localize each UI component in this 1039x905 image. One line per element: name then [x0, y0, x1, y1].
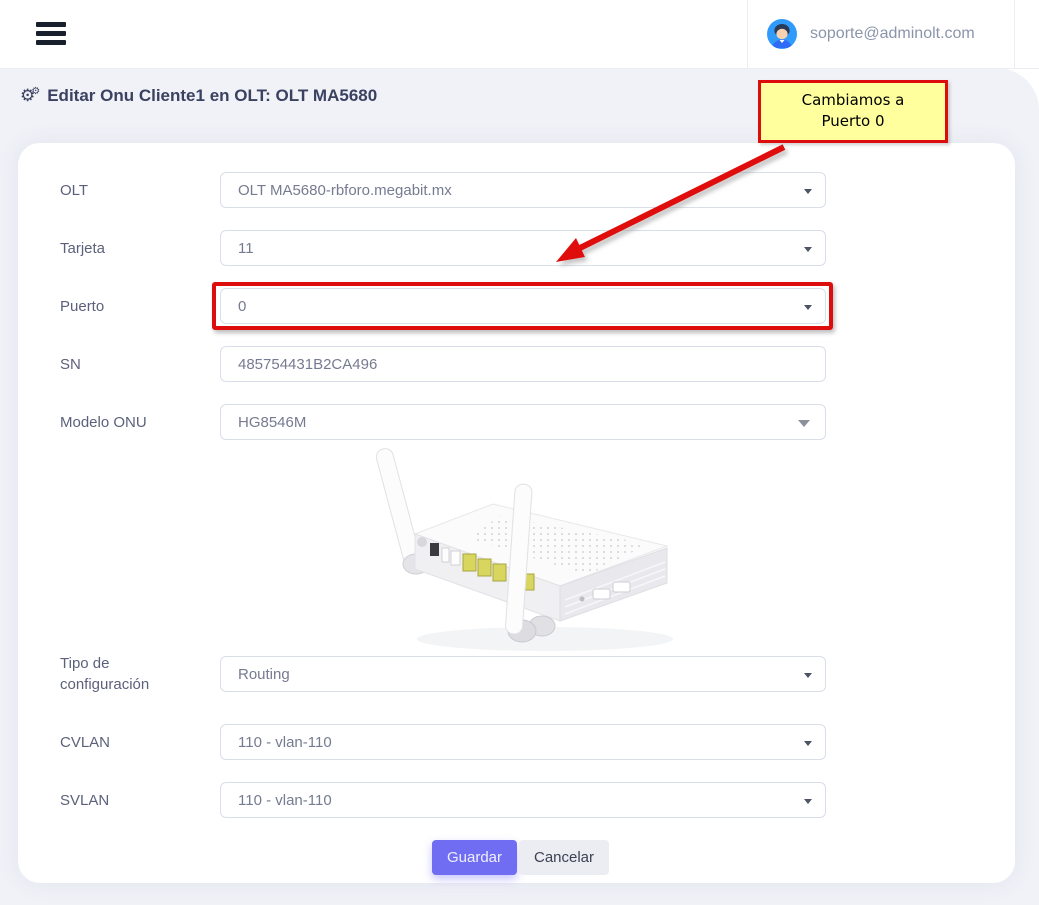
page-title-text: Editar Onu Cliente1 en OLT: OLT MA5680 — [47, 86, 377, 106]
chevron-down-icon — [804, 741, 812, 746]
avatar — [767, 19, 797, 49]
puerto-select-value: 0 — [238, 298, 246, 315]
tarjeta-select[interactable]: 11 — [220, 230, 826, 266]
puerto-select[interactable]: 0 — [220, 288, 826, 324]
sn-input[interactable] — [220, 346, 826, 382]
chevron-down-icon — [804, 305, 812, 310]
page-title: ⚙⚙ Editar Onu Cliente1 en OLT: OLT MA568… — [20, 86, 377, 106]
form-row-olt: OLT OLT MA5680-rbforo.megabit.mx — [18, 172, 1015, 208]
tipo-configuracion-select[interactable]: Routing — [220, 656, 826, 692]
tipo-configuracion-label: Tipo de configuración — [60, 656, 195, 692]
form-row-svlan: SVLAN 110 - vlan-110 — [18, 782, 1015, 818]
olt-select-value: OLT MA5680-rbforo.megabit.mx — [238, 182, 452, 199]
olt-label: OLT — [60, 172, 195, 208]
form-row-cvlan: CVLAN 110 - vlan-110 — [18, 724, 1015, 760]
form-row-tarjeta: Tarjeta 11 — [18, 230, 1015, 266]
annotation-callout: Cambiamos a Puerto 0 — [758, 80, 948, 143]
form-card: OLT OLT MA5680-rbforo.megabit.mx Tarjeta… — [18, 143, 1015, 883]
cvlan-select[interactable]: 110 - vlan-110 — [220, 724, 826, 760]
tarjeta-label: Tarjeta — [60, 230, 195, 266]
cvlan-label: CVLAN — [60, 724, 195, 760]
svlan-label: SVLAN — [60, 782, 195, 818]
onu-product-image — [350, 442, 680, 658]
form-row-tipo-configuracion: Tipo de configuración Routing — [18, 656, 1015, 692]
modelo-onu-label: Modelo ONU — [60, 404, 195, 440]
tipo-configuracion-select-value: Routing — [238, 666, 290, 683]
user-email: soporte@adminolt.com — [810, 25, 975, 43]
topbar: soporte@adminolt.com — [0, 0, 1039, 69]
user-menu[interactable]: soporte@adminolt.com — [747, 0, 1015, 68]
svlan-select-value: 110 - vlan-110 — [238, 792, 332, 809]
hamburger-menu-icon[interactable] — [36, 22, 66, 46]
svlan-select[interactable]: 110 - vlan-110 — [220, 782, 826, 818]
tarjeta-select-value: 11 — [238, 240, 254, 257]
chevron-down-icon — [804, 673, 812, 678]
form-row-sn: SN — [18, 346, 1015, 382]
chevron-down-icon — [804, 247, 812, 252]
chevron-down-icon — [804, 799, 812, 804]
main-content: ⚙⚙ Editar Onu Cliente1 en OLT: OLT MA568… — [0, 68, 1039, 905]
sn-label: SN — [60, 346, 195, 382]
cancel-button[interactable]: Cancelar — [519, 840, 609, 875]
cogs-icon: ⚙⚙ — [20, 87, 40, 105]
form-row-modelo-onu: Modelo ONU HG8546M — [18, 404, 1015, 440]
chevron-down-icon — [798, 420, 810, 427]
modelo-onu-select-value: HG8546M — [238, 414, 306, 431]
save-button[interactable]: Guardar — [432, 840, 517, 875]
cvlan-select-value: 110 - vlan-110 — [238, 734, 332, 751]
form-row-puerto: Puerto 0 — [18, 288, 1015, 324]
annotation-line2: Puerto 0 — [761, 111, 945, 132]
olt-select[interactable]: OLT MA5680-rbforo.megabit.mx — [220, 172, 826, 208]
form-actions: Guardar Cancelar — [18, 840, 1015, 875]
chevron-down-icon — [804, 189, 812, 194]
annotation-line1: Cambiamos a — [761, 90, 945, 111]
puerto-label: Puerto — [60, 288, 195, 324]
modelo-onu-select[interactable]: HG8546M — [220, 404, 826, 440]
